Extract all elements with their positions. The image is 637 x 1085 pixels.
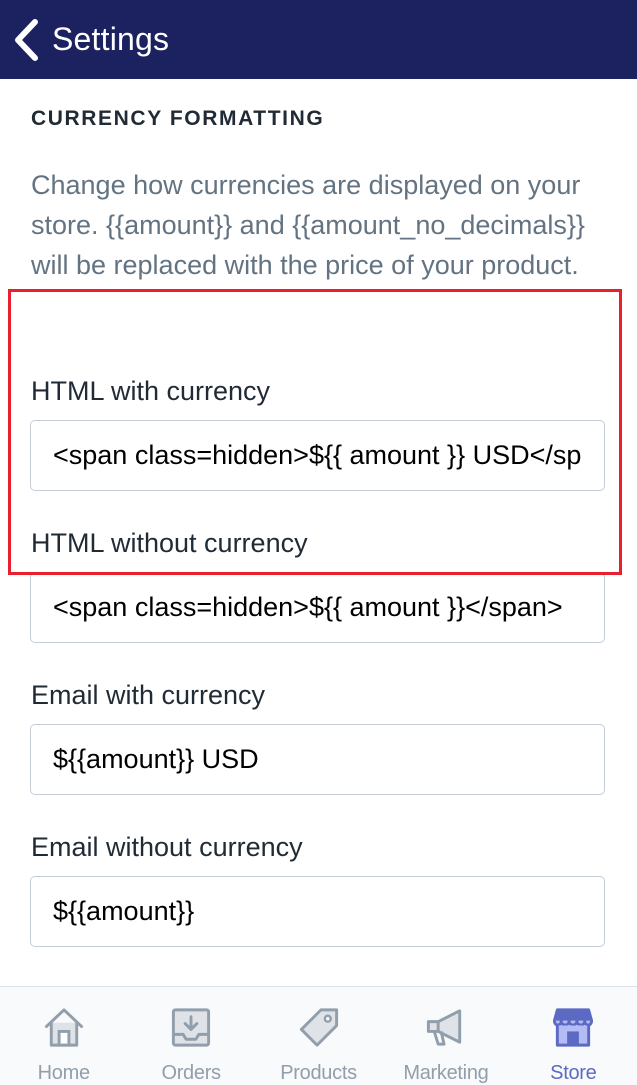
bottom-tab-bar: Home Orders Products Marketing Store xyxy=(0,986,637,1085)
tab-marketing[interactable]: Marketing xyxy=(382,987,509,1085)
email-with-currency-label: Email with currency xyxy=(31,680,266,710)
settings-content[interactable]: CURRENCY FORMATTING Change how currencie… xyxy=(0,79,637,986)
section-description: Change how currencies are displayed on y… xyxy=(31,170,585,280)
store-icon xyxy=(553,1008,594,1047)
email-without-currency-label: Email without currency xyxy=(31,832,303,862)
html-without-currency-label: HTML without currency xyxy=(31,528,308,558)
email-with-currency-input[interactable] xyxy=(30,724,605,795)
tab-products[interactable]: Products xyxy=(255,987,382,1085)
home-icon xyxy=(44,1008,83,1047)
megaphone-icon xyxy=(426,1009,462,1046)
back-button[interactable] xyxy=(0,0,40,79)
tab-label: Orders xyxy=(161,1062,221,1084)
chevron-left-icon xyxy=(15,18,38,61)
tab-store[interactable]: Store xyxy=(510,987,637,1085)
orders-inbox-icon xyxy=(172,1008,211,1047)
tab-label: Marketing xyxy=(403,1062,489,1084)
top-navigation-bar: Settings xyxy=(0,0,637,79)
tab-label: Store xyxy=(550,1062,597,1084)
tag-icon xyxy=(299,1008,338,1047)
page-title: Settings xyxy=(52,21,170,57)
section-heading: CURRENCY FORMATTING xyxy=(31,107,325,130)
html-with-currency-label: HTML with currency xyxy=(31,376,271,406)
tab-home[interactable]: Home xyxy=(0,987,127,1085)
tab-label: Home xyxy=(37,1062,90,1084)
html-without-currency-input[interactable] xyxy=(30,572,605,643)
tab-label: Products xyxy=(280,1062,357,1084)
tab-orders[interactable]: Orders xyxy=(127,987,254,1085)
html-with-currency-input[interactable] xyxy=(30,420,605,491)
email-without-currency-input[interactable] xyxy=(30,876,605,947)
